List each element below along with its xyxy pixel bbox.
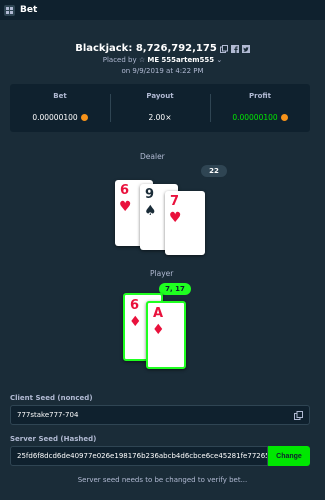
client-seed-label: Client Seed (nonced) (10, 394, 93, 402)
diamond-icon: ♦ (129, 314, 142, 330)
game-title: Blackjack: 8,726,792,175 (75, 43, 250, 54)
stat-profit-value: 0.00000100 (232, 113, 288, 122)
card-rank: A (153, 306, 164, 321)
diamond-icon: ♦ (152, 322, 165, 338)
player-card-2: A ♦ (146, 301, 186, 369)
heart-icon: ♥ (119, 199, 132, 215)
heart-icon: ♥ (169, 210, 182, 226)
stat-payout-label: Payout (146, 92, 174, 100)
client-seed-value: 777stake777-704 (17, 411, 79, 419)
player-label: Player (150, 269, 174, 278)
card-rank: 9 (145, 187, 155, 202)
stat-bet-value: 0.00000100 (32, 113, 88, 122)
stat-profit-label: Profit (249, 92, 271, 100)
bitcoin-coin-icon (280, 114, 288, 121)
stat-profit: Profit 0.00000100 (210, 92, 310, 124)
profit-amount: 0.00000100 (232, 113, 278, 122)
copy-icon[interactable] (294, 411, 303, 420)
server-seed-value: 25fd6f8dcd6de40977e026e198176b236abcb4d6… (17, 452, 268, 460)
copy-icon[interactable] (219, 44, 228, 53)
card-rank: 6 (120, 183, 130, 198)
username-link[interactable]: 555artem555 (161, 56, 214, 64)
client-seed-field[interactable]: 777stake777-704 (10, 405, 310, 425)
star-icon: ☆ (138, 56, 146, 64)
dealer-score-badge: 22 (201, 165, 227, 177)
stat-payout: Payout 2.00× (110, 92, 210, 124)
bet-stats: Bet 0.00000100 Payout 2.00× Profit 0.000… (10, 84, 310, 132)
change-seed-button[interactable]: Change (268, 446, 310, 466)
server-seed-label: Server Seed (Hashed) (10, 435, 97, 443)
window-title: Bet (20, 5, 38, 15)
game-title-text: Blackjack: 8,726,792,175 (75, 43, 217, 54)
card-rank: 7 (170, 194, 180, 209)
facebook-icon[interactable] (230, 44, 239, 53)
card-rank: 6 (130, 298, 140, 313)
bet-header: Blackjack: 8,726,792,175 (0, 36, 325, 55)
placed-by-prefix: Placed by (102, 56, 137, 64)
verify-note: Server seed needs to be changed to verif… (77, 476, 248, 484)
stat-payout-value: 2.00× (148, 113, 172, 122)
spade-icon: ♠ (144, 203, 157, 219)
dealer-card-3: 7 ♥ (165, 191, 205, 255)
twitter-icon[interactable] (241, 44, 250, 53)
stat-bet-label: Bet (53, 92, 67, 100)
dealer-label: Dealer (140, 152, 165, 161)
placed-by: Placed by ☆ ME 555artem555 ⌄ (0, 56, 325, 64)
app-grid-icon (4, 4, 15, 16)
player-score-badge: 7, 17 (159, 283, 191, 295)
user-rank: ME (147, 56, 160, 64)
placed-date: on 9/9/2019 at 4:22 PM (121, 67, 204, 75)
server-seed-field[interactable]: 25fd6f8dcd6de40977e026e198176b236abcb4d6… (10, 446, 268, 466)
chevron-down-icon[interactable]: ⌄ (216, 56, 222, 64)
bitcoin-coin-icon (80, 114, 88, 121)
title-bar: Bet (0, 0, 325, 20)
bet-amount: 0.00000100 (32, 113, 78, 122)
stat-bet: Bet 0.00000100 (10, 92, 110, 124)
